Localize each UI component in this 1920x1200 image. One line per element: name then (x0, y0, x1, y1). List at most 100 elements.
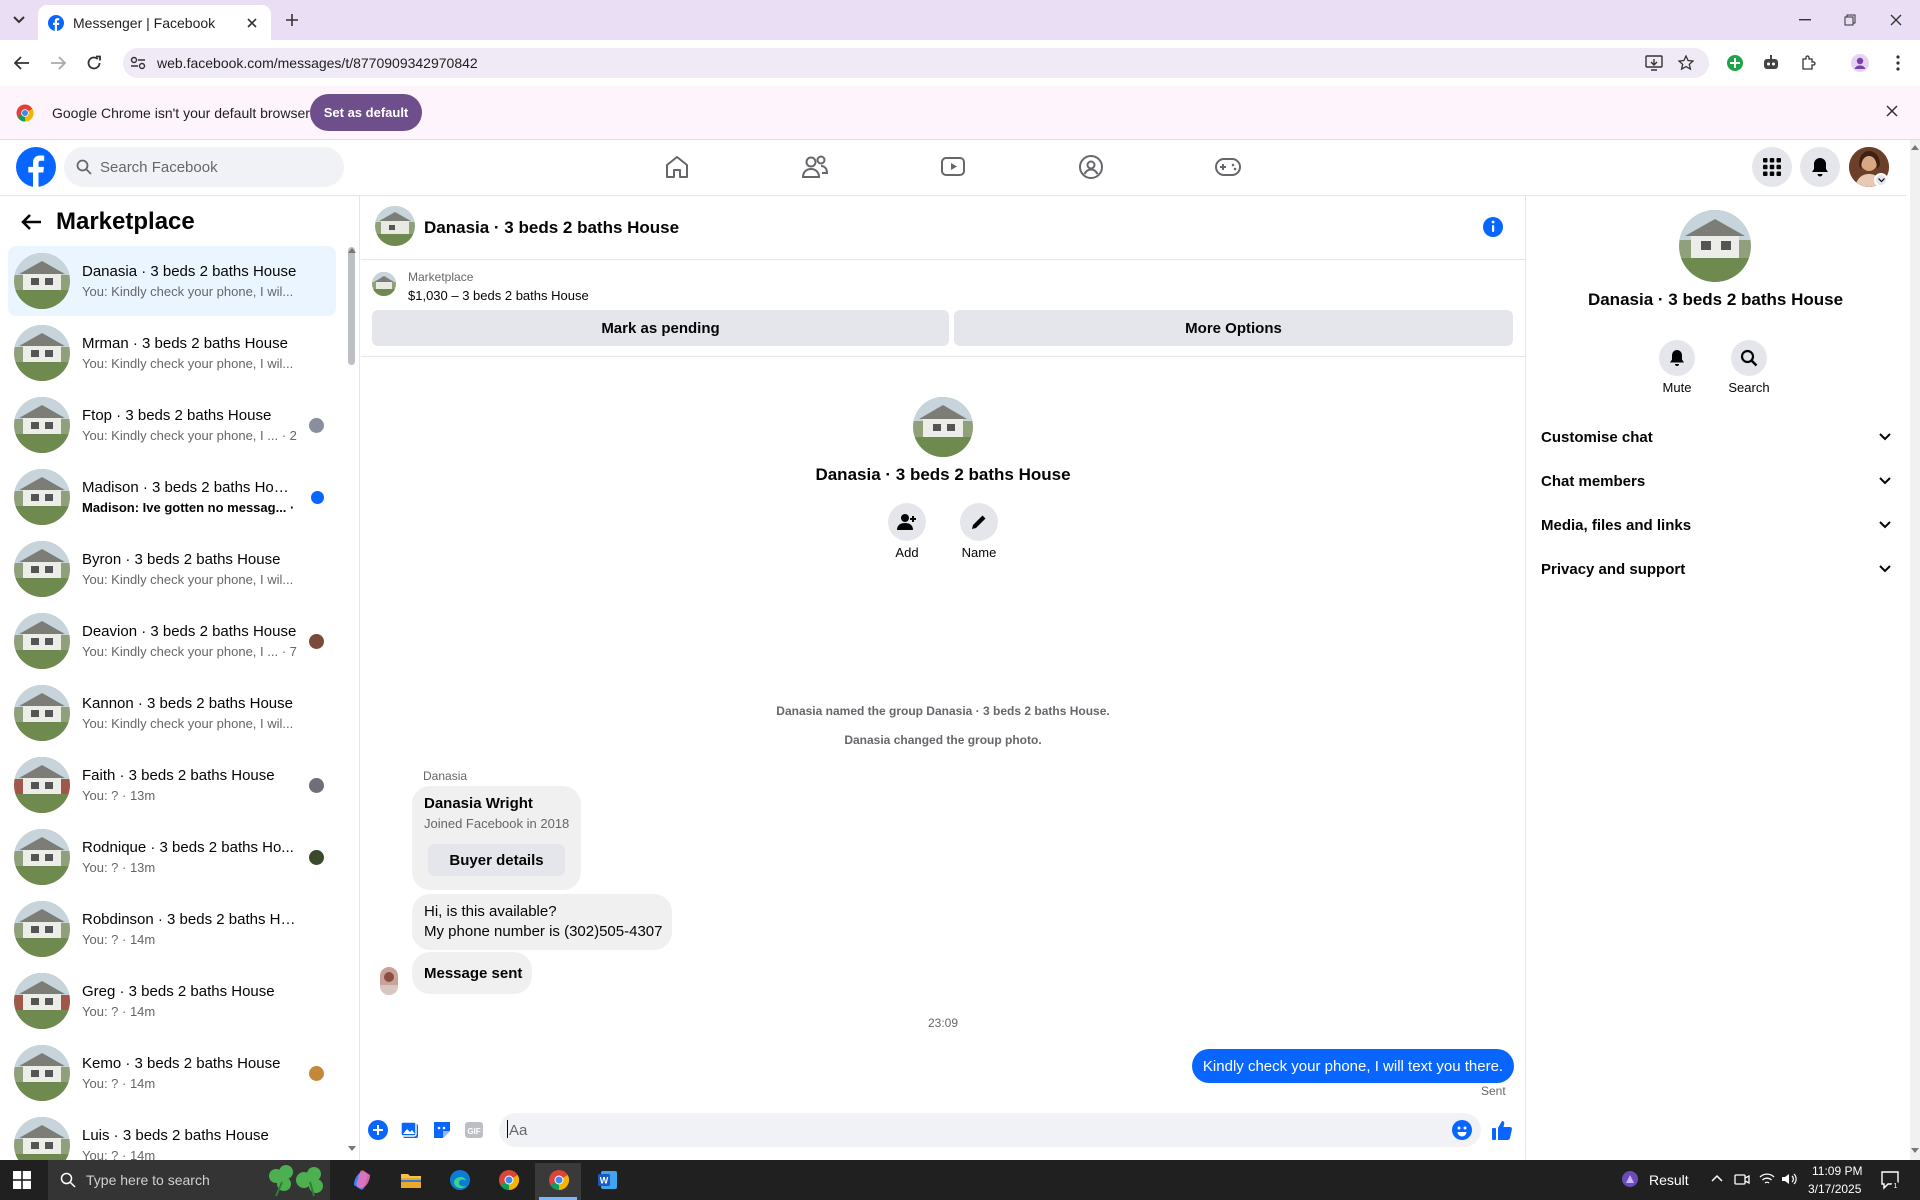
copilot-icon[interactable] (348, 1166, 376, 1194)
chrome-active-icon[interactable] (545, 1166, 573, 1194)
mark-as-pending-button[interactable]: Mark as pending (372, 310, 949, 346)
search-in-chat-button[interactable] (1731, 340, 1767, 376)
page-scroll-down-icon[interactable] (1911, 1148, 1919, 1154)
meet-now-icon[interactable] (1734, 1172, 1750, 1186)
close-window-icon[interactable] (1884, 8, 1908, 32)
edge-icon[interactable] (446, 1166, 474, 1194)
menu-grid-icon[interactable] (1752, 147, 1792, 187)
minimize-icon[interactable] (1793, 8, 1817, 32)
conversation-item[interactable]: Mrman · 3 beds 2 baths House You: Kindly … (8, 318, 336, 388)
conversation-item[interactable]: Robdinson · 3 beds 2 baths House You: ? ·… (8, 894, 336, 964)
facebook-favicon-icon (48, 14, 64, 31)
edit-name-button[interactable] (960, 503, 998, 541)
install-app-icon[interactable] (1643, 52, 1665, 74)
conversation-name: Robdinson · 3 beds 2 baths House (82, 911, 297, 928)
word-icon[interactable]: W (594, 1166, 622, 1194)
windows-start-icon[interactable] (13, 1171, 31, 1189)
friends-icon[interactable] (799, 152, 831, 182)
bookmark-star-icon[interactable] (1675, 52, 1697, 74)
mute-button[interactable] (1659, 340, 1695, 376)
conversation-avatar (14, 253, 70, 309)
more-options-button[interactable]: More Options (954, 310, 1513, 346)
facebook-search[interactable]: Search Facebook (64, 147, 344, 187)
back-icon[interactable] (9, 50, 35, 76)
scroll-down-arrow-icon[interactable] (348, 1146, 356, 1152)
forward-icon[interactable] (45, 50, 71, 76)
emoji-icon[interactable] (1451, 1119, 1473, 1141)
message-sent-bubble[interactable]: Message sent (412, 952, 532, 994)
network-icon[interactable] (1759, 1172, 1775, 1186)
conversation-item[interactable]: Greg · 3 beds 2 baths House You: ? · 14m (8, 966, 336, 1036)
conversation-item[interactable]: Rodnique · 3 beds 2 baths Ho... You: ? · … (8, 822, 336, 892)
page-scroll-up-icon[interactable] (1911, 144, 1919, 150)
infobar-close-icon[interactable] (1886, 105, 1898, 117)
conversation-preview: You: Kindly check your phone, I wil... ·… (82, 716, 297, 731)
scroll-up-arrow-icon[interactable] (348, 247, 356, 253)
like-thumbs-up-icon[interactable] (1491, 1119, 1513, 1141)
conversation-item[interactable]: Deavion · 3 beds 2 baths House You: Kindl… (8, 606, 336, 676)
privacy-support-section[interactable]: Privacy and support (1541, 549, 1891, 589)
profile-icon[interactable] (1849, 52, 1871, 74)
chat-avatar[interactable] (375, 206, 415, 246)
facebook-logo-icon[interactable] (16, 147, 56, 187)
listing-price-title[interactable]: $1,030 – 3 beds 2 baths House (408, 288, 589, 303)
conversation-item[interactable]: Byron · 3 beds 2 baths House You: Kindly … (8, 534, 336, 604)
result-app-icon[interactable] (1620, 1169, 1640, 1189)
conversation-item[interactable]: Madison · 3 beds 2 baths House Madison: I… (8, 462, 336, 532)
site-info-icon[interactable] (127, 52, 149, 74)
extension-robot-icon[interactable] (1760, 52, 1782, 74)
video-icon[interactable] (937, 152, 969, 182)
conversation-avatar (14, 397, 70, 453)
tray-chevron-icon[interactable] (1711, 1174, 1723, 1182)
account-chevron-icon[interactable] (1874, 173, 1888, 187)
volume-icon[interactable] (1781, 1172, 1797, 1186)
customise-chat-section[interactable]: Customise chat (1541, 417, 1891, 457)
details-group-photo[interactable] (1679, 210, 1751, 282)
new-tab-icon[interactable] (281, 9, 303, 31)
listing-thumbnail[interactable] (372, 272, 396, 296)
plus-circle-icon[interactable] (367, 1119, 389, 1141)
gif-icon[interactable]: GIF (463, 1119, 485, 1141)
gaming-icon[interactable] (1212, 152, 1244, 182)
file-explorer-icon[interactable] (397, 1166, 425, 1194)
message-input[interactable] (499, 1113, 1481, 1147)
conversation-avatar (14, 541, 70, 597)
page-scrollbar[interactable] (1910, 140, 1920, 1160)
tab-search-chevron-icon[interactable] (7, 9, 31, 31)
back-arrow-icon[interactable] (20, 213, 42, 231)
groups-icon[interactable] (1075, 152, 1107, 182)
set-as-default-button[interactable]: Set as default (310, 94, 422, 131)
message-bubble[interactable]: Hi, is this available? My phone number i… (412, 894, 672, 950)
extensions-puzzle-icon[interactable] (1797, 52, 1819, 74)
outgoing-message[interactable]: Kindly check your phone, I will text you… (1192, 1049, 1514, 1083)
conversation-item[interactable]: Ftop · 3 beds 2 baths House You: Kindly c… (8, 390, 336, 460)
result-label[interactable]: Result (1649, 1172, 1689, 1188)
tab-close-icon[interactable] (243, 14, 261, 32)
sticker-icon[interactable] (431, 1119, 453, 1141)
clock-date[interactable]: 3/17/2025 (1808, 1182, 1861, 1196)
extension-plus-icon[interactable] (1724, 52, 1746, 74)
conversation-item[interactable]: Faith · 3 beds 2 baths House You: ? · 13m (8, 750, 336, 820)
restore-icon[interactable] (1838, 8, 1862, 32)
conversation-item[interactable]: Danasia · 3 beds 2 baths House You: Kindl… (8, 246, 336, 316)
chat-members-section[interactable]: Chat members (1541, 461, 1891, 501)
home-icon[interactable] (661, 152, 693, 182)
sender-avatar[interactable] (380, 967, 398, 995)
conversation-info-icon[interactable] (1482, 216, 1504, 238)
notifications-bell-icon[interactable] (1800, 147, 1840, 187)
browser-tab[interactable]: Messenger | Facebook (38, 5, 271, 40)
add-people-button[interactable] (888, 503, 926, 541)
conversation-item[interactable]: Kemo · 3 beds 2 baths House You: ? · 14m (8, 1038, 336, 1108)
notification-center-icon[interactable]: 1 (1880, 1170, 1900, 1190)
chrome-menu-icon[interactable] (1887, 52, 1909, 74)
media-files-links-section[interactable]: Media, files and links (1541, 505, 1891, 545)
group-photo[interactable] (913, 397, 973, 457)
clock-time[interactable]: 11:09 PM (1812, 1164, 1862, 1178)
section-label: Privacy and support (1541, 560, 1686, 578)
photo-icon[interactable] (399, 1119, 421, 1141)
conversation-list-scrollbar[interactable] (348, 247, 355, 365)
reload-icon[interactable] (81, 50, 107, 76)
buyer-details-button[interactable]: Buyer details (428, 844, 565, 876)
conversation-item[interactable]: Kannon · 3 beds 2 baths House You: Kindly… (8, 678, 336, 748)
chrome-taskbar-icon[interactable] (495, 1166, 523, 1194)
